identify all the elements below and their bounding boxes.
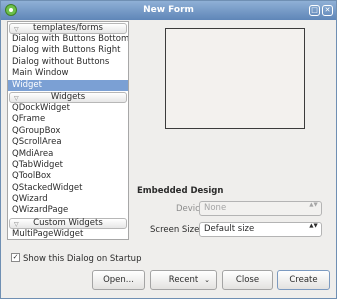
template-list-item[interactable]: QTabWidget bbox=[8, 160, 128, 171]
template-list-item[interactable]: Dialog with Buttons Bottom bbox=[8, 34, 128, 45]
new-form-dialog: New Form □ ✕ ▽ templates/forms Dialog with… bbox=[0, 0, 337, 299]
screen-size-value: Default size bbox=[204, 224, 255, 234]
maximize-icon[interactable]: □ bbox=[309, 5, 320, 16]
category-header[interactable]: ▽ Custom Widgets bbox=[9, 217, 127, 229]
expand-triangle-icon[interactable]: ▽ bbox=[14, 94, 19, 103]
open-button[interactable]: Open... bbox=[92, 270, 145, 290]
expand-triangle-icon[interactable]: ▽ bbox=[14, 25, 19, 34]
category-header[interactable]: ▽ templates/forms bbox=[9, 23, 127, 34]
device-value: None bbox=[204, 203, 227, 213]
device-combo: None ▲▼ bbox=[199, 201, 322, 216]
recent-button-label: Recent bbox=[168, 275, 199, 285]
spin-arrows-icon: ▲▼ bbox=[309, 202, 318, 208]
category-label: Custom Widgets bbox=[33, 217, 103, 228]
create-button[interactable]: Create bbox=[277, 270, 330, 290]
spin-arrows-icon[interactable]: ▲▼ bbox=[308, 223, 319, 236]
chevron-down-icon: ⌄ bbox=[204, 276, 210, 284]
category-label: Widgets bbox=[50, 91, 86, 102]
recent-button[interactable]: Recent ⌄ bbox=[150, 270, 217, 290]
template-list-item[interactable]: QFrame bbox=[8, 114, 128, 125]
window-title: New Form bbox=[143, 5, 194, 15]
template-list-item[interactable]: QWizardPage bbox=[8, 205, 128, 216]
embedded-design-heading: Embedded Design bbox=[137, 186, 224, 196]
template-list-item[interactable]: QMdiArea bbox=[8, 149, 128, 160]
close-window-icon[interactable]: ✕ bbox=[322, 5, 333, 16]
template-list-item[interactable]: QStackedWidget bbox=[8, 183, 128, 194]
template-list-item[interactable]: QToolBox bbox=[8, 171, 128, 182]
screen-size-combo[interactable]: Default size ▲▼ bbox=[199, 222, 322, 237]
template-list-item[interactable]: Dialog with Buttons Right bbox=[8, 45, 128, 56]
template-list-item[interactable]: MultiPageWidget bbox=[8, 229, 128, 239]
expand-triangle-icon[interactable]: ▽ bbox=[14, 220, 19, 229]
template-list-item[interactable]: QWizard bbox=[8, 194, 128, 205]
template-list-item[interactable]: QScrollArea bbox=[8, 137, 128, 148]
category-label: templates/forms bbox=[33, 23, 103, 33]
template-list[interactable]: ▽ templates/forms Dialog with Buttons Bott… bbox=[7, 21, 129, 240]
template-list-item[interactable]: Main Window bbox=[8, 68, 128, 79]
template-list-item[interactable]: Dialog without Buttons bbox=[8, 57, 128, 68]
close-button[interactable]: Close bbox=[222, 270, 273, 290]
screen-size-label: Screen Size: bbox=[150, 225, 203, 235]
template-list-item[interactable]: QDockWidget bbox=[8, 103, 128, 114]
template-list-item[interactable]: Widget bbox=[8, 79, 128, 91]
startup-checkbox[interactable]: ✓ bbox=[11, 253, 20, 262]
template-list-item[interactable]: QGroupBox bbox=[8, 126, 128, 137]
title-bar[interactable]: New Form □ ✕ bbox=[1, 1, 336, 20]
form-preview bbox=[165, 28, 305, 129]
startup-checkbox-label[interactable]: Show this Dialog on Startup bbox=[23, 254, 141, 264]
category-header[interactable]: ▽ Widgets bbox=[9, 91, 127, 103]
